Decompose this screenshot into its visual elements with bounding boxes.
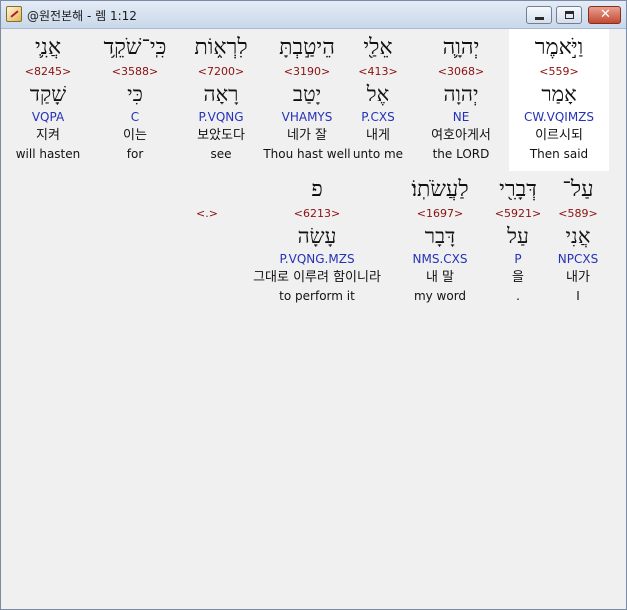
english-gloss: to perform it <box>279 289 355 303</box>
morphology-code: C <box>130 110 140 124</box>
korean-gloss: 지켜 <box>36 128 60 143</box>
lemma-word: שָׁקַד <box>29 82 67 106</box>
english-gloss: my word <box>413 289 467 303</box>
word-cell-1-1[interactable]: וַיֹּ֣אמֶר <559> אָמַר CW.VQIMZS 이르시되 Th… <box>509 29 609 171</box>
korean-gloss <box>187 269 227 287</box>
korean-gloss: 보았도다 <box>197 128 245 143</box>
korean-gloss: 을 <box>512 270 524 285</box>
english-gloss: will hasten <box>15 147 81 161</box>
close-icon: ✕ <box>600 7 611 22</box>
morphology-code: P.VQNG.MZS <box>279 252 355 266</box>
strong-number[interactable]: <6213> <box>237 207 397 221</box>
morphology-code: VQPA <box>31 110 65 124</box>
word-cell-1-4[interactable]: הֵיטַ֣בְתָּ <3190> יָטַב VHAMYS 네가 잘 Tho… <box>257 29 357 171</box>
hebrew-word: וַיֹּ֣אמֶר <box>534 35 584 60</box>
word-cell-1-2[interactable]: יְהוָ֛ה <3068> יְהוָה NE 여호아게서 the LORD <box>411 29 511 171</box>
word-cell-2-4[interactable]: פ <6213> עָשָׂה P.VQNG.MZS 그대로 이루려 함이니라 … <box>237 171 397 313</box>
word-cell-2-3[interactable]: לַעֲשֹׂתֽוֹ׃ <1697> דָּבָר NMS.CXS 내 말 m… <box>390 171 490 313</box>
minimize-button[interactable] <box>526 6 552 24</box>
english-gloss: Then said <box>529 147 589 161</box>
lemma-word: יְהוָה <box>443 82 479 106</box>
app-icon <box>6 6 22 22</box>
strong-number[interactable]: <.> <box>187 207 227 221</box>
strong-number[interactable]: <7200> <box>171 65 271 79</box>
strong-number[interactable]: <559> <box>509 65 609 79</box>
lemma-word: כִּי <box>127 82 143 106</box>
morphology-code <box>187 251 227 267</box>
korean-gloss: 여호아게서 <box>431 128 491 143</box>
lemma-word: אָמַר <box>541 82 577 106</box>
hebrew-word: לַעֲשֹׂתֽוֹ׃ <box>411 177 469 202</box>
strong-number[interactable]: <8245> <box>5 65 91 79</box>
korean-gloss: 그대로 이루려 함이니라 <box>253 270 381 285</box>
lemma-word: יָטַב <box>292 82 322 106</box>
strong-number[interactable]: <3588> <box>85 65 185 79</box>
maximize-button[interactable] <box>556 6 582 24</box>
strong-number[interactable]: <3190> <box>257 65 357 79</box>
word-cell-2-2[interactable]: דְּבָרִ֖י <5921> עַל P 을 . <box>478 171 558 313</box>
strong-number[interactable]: <3068> <box>411 65 511 79</box>
word-cell-1-5[interactable]: לִרְא֑וֹת <7200> רָאָה P.VQNG 보았도다 see <box>171 29 271 171</box>
hebrew-word: לִרְא֑וֹת <box>194 35 248 60</box>
morphology-code: P <box>514 252 522 266</box>
morphology-code: NMS.CXS <box>412 252 468 266</box>
english-gloss: the LORD <box>432 147 490 161</box>
hebrew-word: יְהוָ֛ה <box>442 35 480 60</box>
maximize-icon <box>565 11 574 19</box>
korean-gloss: 내 말 <box>425 270 455 285</box>
lemma-word: דָּבָר <box>424 224 456 248</box>
title-bar[interactable]: @원전본해 - 렘 1:12 ✕ <box>1 1 626 29</box>
korean-gloss: 네가 잘 <box>286 128 327 143</box>
strong-number[interactable]: <5921> <box>478 207 558 221</box>
lemma-word <box>187 222 227 250</box>
lemma-word: עַל <box>507 224 529 248</box>
word-cell-1-6[interactable]: כִּֽי־שֹׁקֵ֥ד <3588> כִּי C 이는 for <box>85 29 185 171</box>
app-window: @원전본해 - 렘 1:12 ✕ וַיֹּ֣אמֶר <559> אָמַר … <box>0 0 627 610</box>
english-gloss: see <box>210 147 232 161</box>
korean-gloss: 이는 <box>123 128 147 143</box>
strong-number[interactable]: <1697> <box>390 207 490 221</box>
morphology-code: NE <box>452 110 470 124</box>
morphology-code: VHAMYS <box>281 110 333 124</box>
english-gloss: . <box>516 289 520 303</box>
english-gloss <box>187 288 227 304</box>
lemma-word: רָאָה <box>203 82 239 106</box>
english-gloss: Thou hast well <box>263 147 351 161</box>
morphology-code: P.VQNG <box>198 110 244 124</box>
close-button[interactable]: ✕ <box>588 6 621 24</box>
word-cell-2-5[interactable]: <.> <box>187 171 227 313</box>
minimize-icon <box>535 17 544 20</box>
korean-gloss: 이르시되 <box>535 128 583 143</box>
hebrew-word: אֲנִ֛י <box>34 35 62 60</box>
hebrew-word <box>187 175 227 205</box>
window-title: @원전본해 - 렘 1:12 <box>27 9 137 23</box>
word-cell-1-7[interactable]: אֲנִ֛י <8245> שָׁקַד VQPA 지켜 will hasten <box>5 29 91 171</box>
interlinear-view: וַיֹּ֣אמֶר <559> אָמַר CW.VQIMZS 이르시되 Th… <box>5 29 621 605</box>
hebrew-word: הֵיטַ֣בְתָּ <box>279 35 335 60</box>
lemma-word: עָשָׂה <box>297 224 337 248</box>
hebrew-word: דְּבָרִ֖י <box>499 177 537 202</box>
morphology-code: CW.VQIMZS <box>523 110 595 124</box>
english-gloss: for <box>126 147 144 161</box>
hebrew-word: כִּֽי־שֹׁקֵ֥ד <box>103 35 167 60</box>
hebrew-word: פ <box>311 177 323 202</box>
